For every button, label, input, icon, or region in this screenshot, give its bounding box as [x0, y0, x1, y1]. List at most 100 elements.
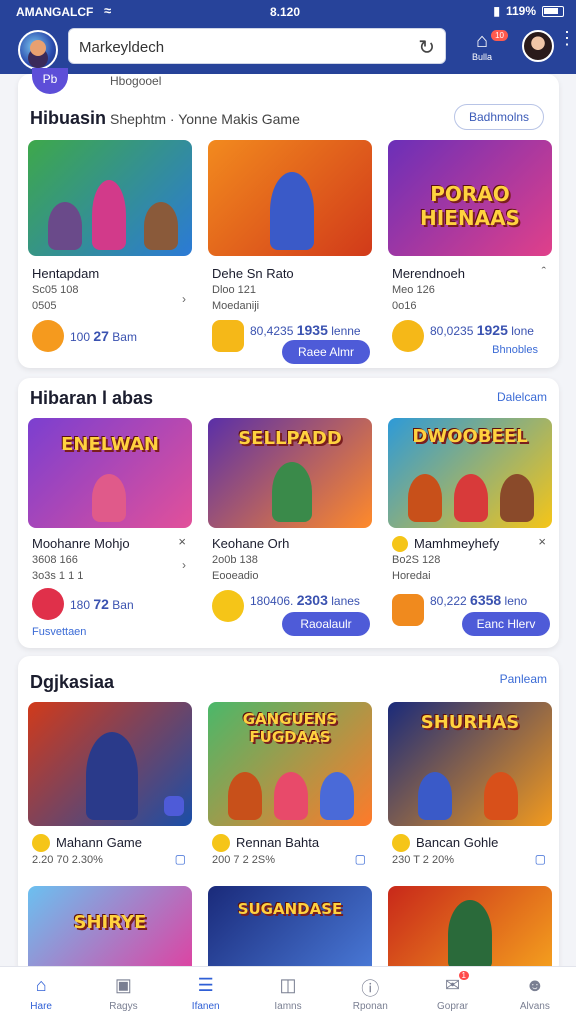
search-input[interactable] [79, 36, 409, 58]
price-suffix: Ban [112, 598, 134, 612]
coin-icon [212, 590, 244, 622]
chevron-up-icon[interactable]: ˆ [542, 264, 546, 279]
play-button[interactable]: Raee Almr [282, 340, 370, 364]
battery-percent: 119% [505, 4, 536, 18]
nav-item-list[interactable]: ☰ Ifanen [165, 967, 247, 1024]
game-badge-icon [212, 834, 230, 852]
game-thumbnail[interactable]: PORAO HIENAAS [388, 140, 552, 256]
nav-label: Hare [30, 1001, 52, 1012]
price-main: 2303 [296, 592, 328, 608]
game-thumbnail[interactable]: DWOOBEEL [388, 418, 552, 528]
more-icon[interactable]: ⋮ [558, 29, 576, 47]
character-figure [92, 474, 126, 522]
discord-icon [164, 796, 184, 816]
game-logo-text: SHIRYE [73, 912, 147, 933]
card-link[interactable]: Fusvettaen [32, 626, 86, 638]
game-card[interactable]: Dehe Sn Rato Dloo 121 Moedaniji 80,4235 … [208, 140, 372, 364]
list-icon: ☰ [197, 975, 214, 995]
nav-label: Iamns [274, 1001, 302, 1012]
home-button-label: Bulla [471, 52, 492, 62]
game-thumbnail[interactable]: GANGUENS FUGDAAS [208, 702, 372, 826]
top-bar: AMANGALCF ≈ 8.120 ▮ 119% ↻ ⌂ Bulla 10 ⋮ [0, 0, 576, 74]
game-badge-icon [32, 834, 50, 852]
nav-item-home[interactable]: ⌂ Hare [0, 967, 82, 1024]
play-button[interactable]: Raoalaulr [282, 612, 370, 636]
play-button[interactable]: Eanc Hlerv [462, 612, 550, 636]
game-card[interactable]: DWOOBEEL Mamhmeyhefy × Bo2S 128 Horedai … [388, 418, 552, 638]
game-thumbnail[interactable]: SHURHAS [388, 702, 552, 826]
game-card[interactable]: ENELWAN Moohanre Mohjo × 3608 166 3o3s 1… [28, 418, 192, 638]
close-icon[interactable]: × [538, 534, 546, 549]
card-link[interactable]: Bhnobles [492, 344, 538, 356]
game-meta: 0505 [32, 300, 57, 312]
game-meta: Bo2S 128 [392, 554, 441, 566]
section-title: Hibaran l abas [30, 388, 154, 408]
chevron-right-icon[interactable]: › [182, 292, 186, 306]
home-button[interactable]: ⌂ Bulla 10 [462, 30, 508, 70]
game-name: Hentapdam [32, 266, 100, 281]
home-badge: 10 [491, 30, 508, 41]
price-main: 72 [93, 596, 109, 612]
character-figure [272, 462, 312, 522]
game-name: Rennan Bahta [236, 835, 320, 850]
section-view-all-link[interactable]: Dalelcam [497, 390, 547, 404]
game-meta: Moedaniji [212, 300, 260, 312]
coin-icon [392, 594, 424, 626]
game-logo-text: SHURHAS [420, 712, 520, 733]
screen-icon[interactable]: ▢ [355, 852, 366, 866]
game-card[interactable]: Mahann Game 2.20 70 2.30% ▢ [28, 702, 192, 872]
section-featured: Pb Hbogooel Hibuasin Shephtm · Yonne Mak… [18, 68, 559, 368]
game-thumbnail[interactable] [28, 140, 192, 256]
carrier-label: AMANGALCF [16, 5, 94, 19]
nav-item-mail[interactable]: ✉ 1 Goprar [411, 967, 493, 1024]
game-name: Moohanre Mohjo [32, 536, 130, 551]
game-card[interactable]: PORAO HIENAAS Merendnoeh ˆ Meo 126 0o16 … [388, 140, 552, 360]
price-label: 180 72 Ban [70, 596, 134, 612]
nav-item-gallery[interactable]: ▣ Ragys [82, 967, 164, 1024]
prev-row-text: Hbogooel [110, 74, 162, 88]
game-thumbnail[interactable]: SELLPADD [208, 418, 372, 528]
game-logo-text: DWOOBEEL [412, 426, 528, 447]
nav-item-info[interactable]: ⓘ Rponan [329, 967, 411, 1024]
refresh-icon[interactable]: ↻ [418, 35, 435, 60]
coin-icon [32, 588, 64, 620]
character-figure [500, 474, 534, 522]
section-popular: Hibaran l abas Dalelcam ENELWAN Moohanre… [18, 378, 559, 648]
price-label: 180406. 2303 lanes [250, 592, 360, 608]
nav-label: Alvans [519, 1001, 550, 1012]
game-thumbnail[interactable] [28, 702, 192, 826]
game-card[interactable]: SELLPADD Keohane Orh 2o0b 138 Eooeadio 1… [208, 418, 372, 638]
section-title: Hibuasin [30, 108, 107, 128]
game-name: Merendnoeh [392, 266, 465, 281]
screen-icon[interactable]: ▢ [175, 852, 186, 866]
status-icons: ▮ 119% [493, 4, 564, 18]
game-card[interactable]: GANGUENS FUGDAAS Rennan Bahta 200 7 2 2S… [208, 702, 372, 872]
game-meta: Eooeadio [212, 570, 259, 582]
game-thumbnail[interactable]: SUGANDASE [208, 886, 372, 976]
nav-item-folder[interactable]: ◫ Iamns [247, 967, 329, 1024]
game-thumbnail[interactable]: ENELWAN [28, 418, 192, 528]
notification-badge: 1 [458, 971, 469, 980]
signal-icon: ▮ [493, 4, 500, 18]
game-thumbnail[interactable]: SHIRYE [28, 886, 192, 976]
game-thumbnail[interactable] [388, 886, 552, 976]
section-view-all-button[interactable]: Badhmolns [454, 104, 545, 130]
app-avatar[interactable] [18, 30, 58, 70]
chevron-right-icon[interactable]: › [182, 558, 186, 572]
search-bar[interactable]: ↻ [68, 28, 446, 64]
game-card[interactable]: Hentapdam Sc05 108 0505 › 100 27 Bam [28, 140, 192, 360]
game-card[interactable]: SHURHAS Bancan Gohle 230 T 2 20% ▢ [388, 702, 552, 872]
price-main: 6358 [470, 592, 502, 608]
game-meta: 2.20 70 2.30% [32, 854, 103, 866]
close-icon[interactable]: × [178, 534, 186, 549]
game-logo-text: SELLPADD [238, 428, 342, 449]
nav-item-profile[interactable]: ☻ Alvans [494, 967, 576, 1024]
coin-icon [32, 320, 64, 352]
character-figure [274, 772, 308, 820]
character-figure [454, 474, 488, 522]
game-thumbnail[interactable] [208, 140, 372, 256]
character-figure [448, 900, 492, 970]
screen-icon[interactable]: ▢ [535, 852, 546, 866]
user-avatar[interactable] [522, 30, 554, 62]
section-view-all-link[interactable]: Panleam [500, 672, 547, 686]
